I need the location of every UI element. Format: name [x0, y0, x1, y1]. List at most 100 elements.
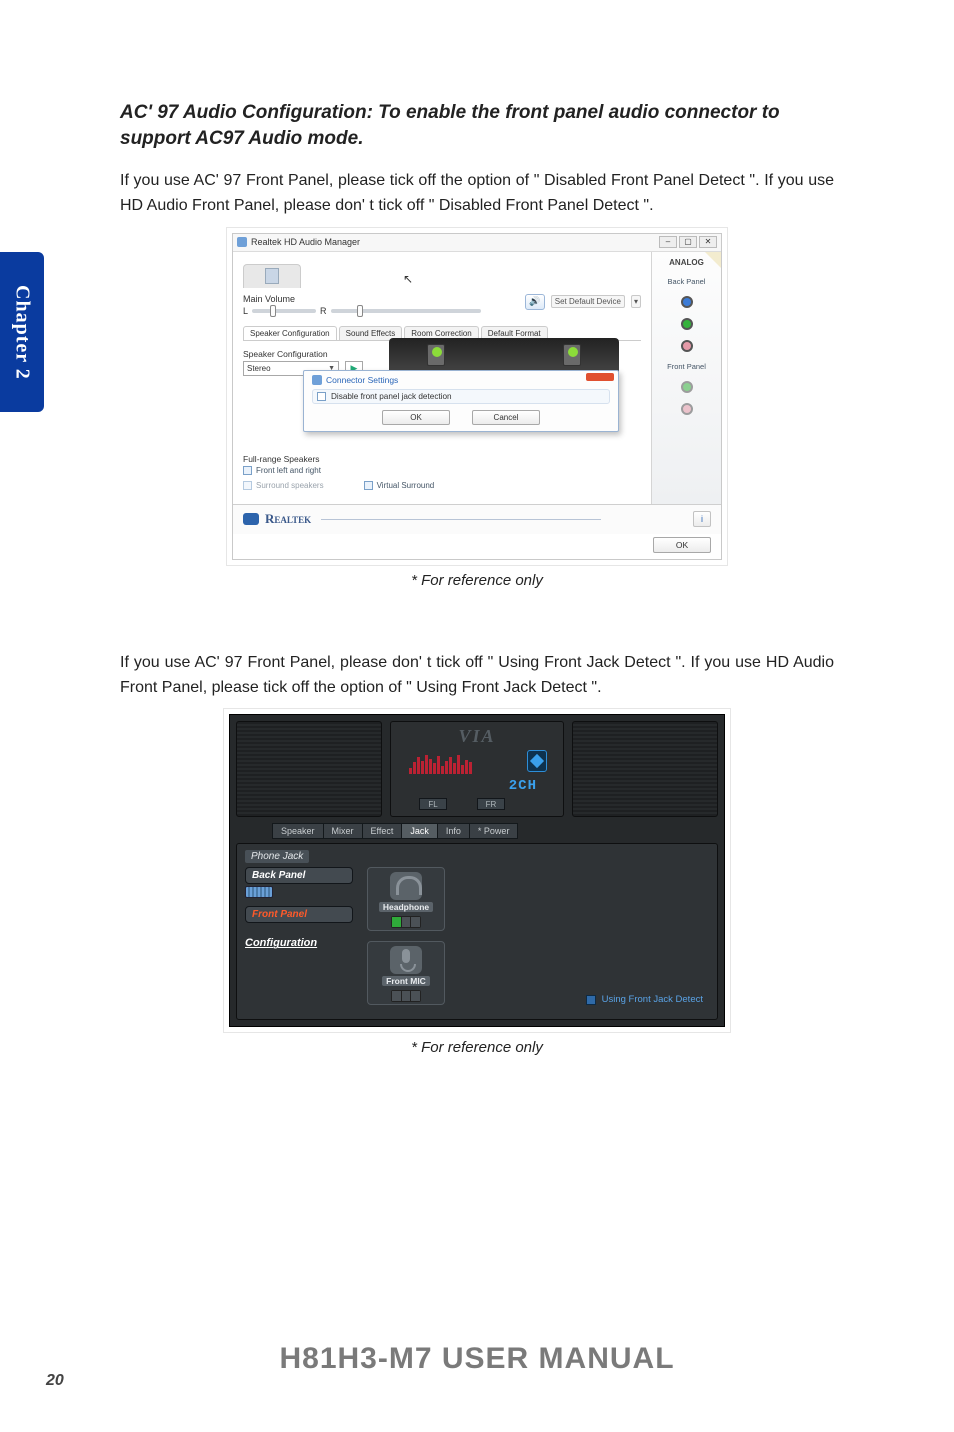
app-icon — [237, 237, 247, 247]
headphone-port-icon — [391, 916, 421, 928]
back-panel-label: Back Panel — [668, 277, 706, 286]
using-front-jack-label: Using Front Jack Detect — [602, 994, 703, 1005]
window-close-button[interactable]: ✕ — [699, 236, 717, 248]
speaker-grille-left — [236, 721, 382, 817]
back-panel-port-icon — [245, 886, 273, 898]
set-default-button[interactable]: Set Default Device — [551, 295, 625, 308]
dialog-ok-button[interactable]: OK — [382, 410, 450, 425]
front-panel-label: Front Panel — [667, 362, 706, 371]
analog-side-panel: ANALOG Back Panel Front Panel — [651, 252, 721, 504]
front-lr-checkbox[interactable] — [243, 466, 252, 475]
equalizer-icon — [409, 752, 497, 774]
disable-front-panel-row[interactable]: Disable front panel jack detection — [312, 389, 610, 404]
figure-2-caption: * For reference only — [411, 1039, 543, 1056]
window-titlebar: Realtek HD Audio Manager – ▢ ✕ — [233, 234, 721, 252]
jack-front-mic-icon[interactable] — [681, 403, 693, 415]
configuration-link[interactable]: Configuration — [245, 937, 353, 949]
mic-icon — [390, 946, 422, 974]
via-display: VIA 2CH FL FR — [390, 721, 564, 817]
dialog-cancel-button[interactable]: Cancel — [472, 410, 540, 425]
headphone-label: Headphone — [379, 902, 433, 912]
volume-slider[interactable] — [331, 309, 481, 313]
via-tabs: Speaker Mixer Effect Jack Info * Power — [272, 823, 718, 839]
via-panel: VIA 2CH FL FR Spea — [229, 714, 725, 1027]
back-panel-pill[interactable]: Back Panel — [245, 867, 353, 884]
chapter-label: Chapter 2 — [11, 285, 34, 380]
speaker-grille-right — [572, 721, 718, 817]
realtek-window: Realtek HD Audio Manager – ▢ ✕ ↖ Mai — [232, 233, 722, 560]
chapter-tab: Chapter 2 — [0, 252, 44, 412]
section-heading: AC' 97 Audio Configuration: To enable th… — [120, 100, 834, 151]
connector-settings-dialog: Connector Settings Disable front panel j… — [303, 370, 619, 432]
speaker-icon — [265, 268, 279, 284]
virtual-surround-label: Virtual Surround — [377, 481, 435, 490]
balance-r: R — [320, 306, 327, 316]
front-lr-row[interactable]: Front left and right — [243, 466, 641, 475]
realtek-brand-text: Realtek — [265, 511, 311, 527]
disable-front-panel-checkbox[interactable] — [317, 392, 326, 401]
tab-speaker-configuration[interactable]: Speaker Configuration — [243, 326, 337, 340]
figure-2-wrap: VIA 2CH FL FR Spea — [120, 714, 834, 1056]
tab-mixer[interactable]: Mixer — [323, 823, 363, 839]
virtual-surround-checkbox[interactable] — [364, 481, 373, 490]
front-mic-device[interactable]: Front MIC — [367, 941, 445, 1005]
window-title: Realtek HD Audio Manager — [251, 237, 360, 247]
balance-l: L — [243, 306, 248, 316]
figure-1-wrap: Realtek HD Audio Manager – ▢ ✕ ↖ Mai — [120, 233, 834, 589]
using-front-jack-row[interactable]: Using Front Jack Detect — [586, 994, 703, 1005]
tab-jack[interactable]: Jack — [401, 823, 438, 839]
cursor-icon: ↖ — [403, 272, 413, 286]
using-front-jack-checkbox[interactable] — [586, 995, 596, 1005]
tab-info[interactable]: Info — [437, 823, 470, 839]
tab-effect[interactable]: Effect — [362, 823, 403, 839]
mic-port-icon — [391, 990, 421, 1002]
headphone-icon — [390, 872, 422, 900]
dialog-icon — [312, 375, 322, 385]
headphone-device[interactable]: Headphone — [367, 867, 445, 931]
jack-mic-icon[interactable] — [681, 340, 693, 352]
disable-front-panel-label: Disable front panel jack detection — [331, 392, 452, 401]
front-panel-pill[interactable]: Front Panel — [245, 906, 353, 923]
balance-slider[interactable] — [252, 309, 316, 313]
realtek-brand: Realtek — [243, 511, 601, 527]
jack-linein-icon[interactable] — [681, 296, 693, 308]
realtek-logo-icon — [243, 513, 259, 525]
window-maximize-button[interactable]: ▢ — [679, 236, 697, 248]
set-default-dropdown[interactable]: ▾ — [631, 295, 641, 308]
footer-title: H81H3-M7 USER MANUAL — [0, 1342, 954, 1376]
via-logo-text: VIA — [391, 726, 563, 747]
dialog-close-button[interactable] — [586, 373, 614, 381]
via-body: Phone Jack Back Panel Front Panel Config… — [236, 843, 718, 1020]
page-fold-icon — [705, 252, 721, 268]
panel-selector: Back Panel Front Panel Configuration — [245, 867, 353, 1005]
3d-cube-icon[interactable] — [527, 750, 547, 772]
mute-button[interactable]: 🔊 — [525, 294, 545, 310]
page-number: 20 — [46, 1372, 64, 1390]
analog-label: ANALOG — [669, 258, 704, 267]
main-volume-label: Main Volume — [243, 294, 481, 304]
speaker-mode-value: Stereo — [247, 364, 271, 373]
full-range-label: Full-range Speakers — [243, 454, 641, 464]
front-mic-label: Front MIC — [382, 976, 430, 986]
paragraph-1: If you use AC' 97 Front Panel, please ti… — [120, 169, 834, 219]
surround-checkbox[interactable] — [243, 481, 252, 490]
jack-lineout-icon[interactable] — [681, 318, 693, 330]
channel-readout: 2CH — [509, 778, 537, 794]
fr-button[interactable]: FR — [477, 798, 505, 810]
jack-front-out-icon[interactable] — [681, 381, 693, 393]
speaker-left-icon — [427, 344, 445, 366]
info-button[interactable]: i — [693, 511, 711, 527]
tab-speaker[interactable]: Speaker — [272, 823, 324, 839]
fl-button[interactable]: FL — [419, 798, 447, 810]
surround-label: Surround speakers — [256, 481, 324, 490]
window-minimize-button[interactable]: – — [659, 236, 677, 248]
dialog-title: Connector Settings — [326, 375, 398, 385]
front-lr-label: Front left and right — [256, 466, 321, 475]
tab-power[interactable]: * Power — [469, 823, 519, 839]
surround-row[interactable]: Surround speakers — [243, 481, 324, 490]
phone-jack-label: Phone Jack — [245, 850, 309, 863]
window-ok-button[interactable]: OK — [653, 537, 711, 553]
device-tab[interactable] — [243, 264, 301, 288]
speaker-right-icon — [563, 344, 581, 366]
virtual-surround-row[interactable]: Virtual Surround — [364, 481, 435, 490]
